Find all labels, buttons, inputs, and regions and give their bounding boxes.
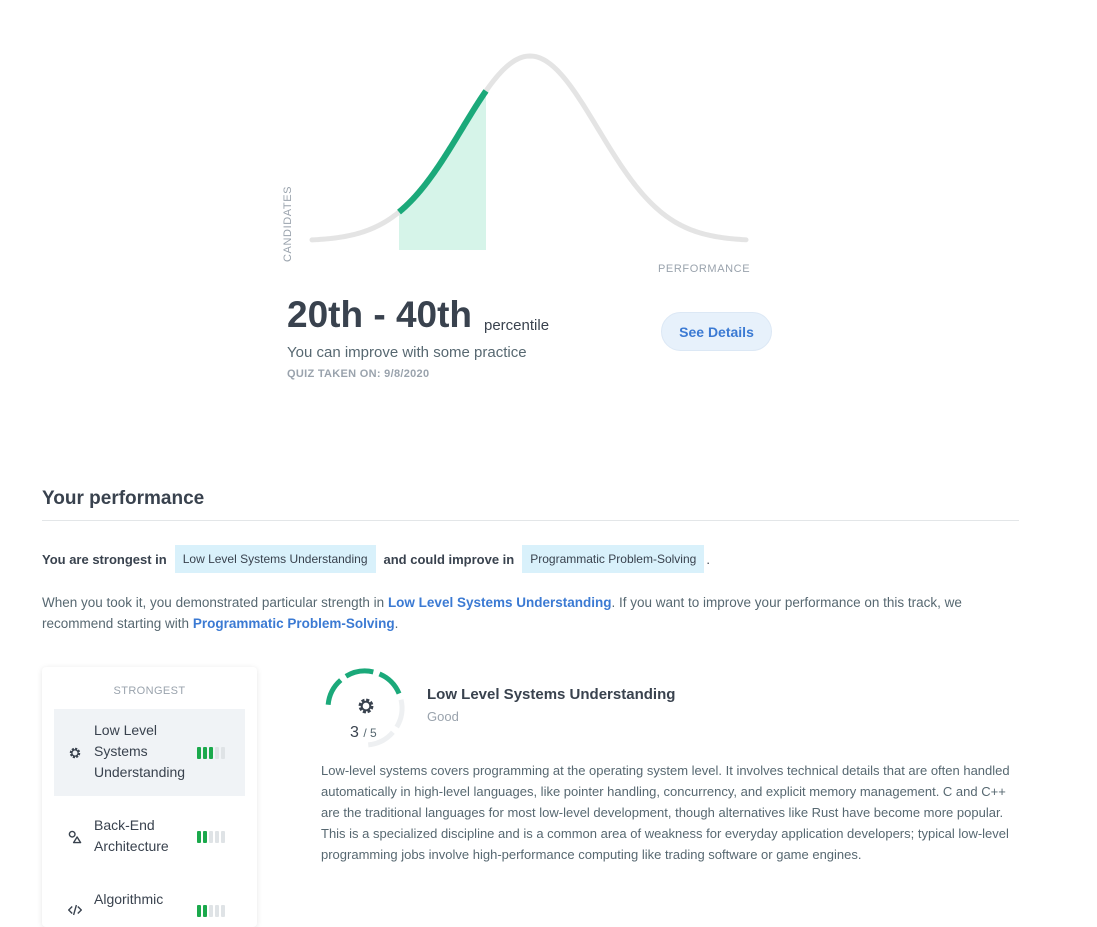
performance-curve-chart: [309, 53, 749, 250]
improve-link[interactable]: Programmatic Problem-Solving: [193, 616, 395, 631]
performance-paragraph: When you took it, you demonstrated parti…: [42, 592, 1022, 634]
level-bar: [197, 905, 201, 917]
skills-sidebar: STRONGEST Low Level Systems Understandin…: [42, 667, 257, 927]
level-bar: [221, 905, 225, 917]
gear-icon: [69, 747, 81, 759]
percentile-subtitle: You can improve with some practice: [287, 344, 527, 361]
sidebar-item-label: Back-End Architecture: [94, 817, 169, 854]
code-icon: [68, 904, 82, 916]
quiz-date: QUIZ TAKEN ON: 9/8/2020: [287, 368, 430, 380]
level-bar: [209, 905, 213, 917]
strength-link[interactable]: Low Level Systems Understanding: [388, 595, 612, 610]
gauge-segment: [344, 668, 374, 679]
gear-icon: [358, 698, 374, 714]
sidebar-item-low-level-systems[interactable]: Low Level Systems Understanding: [54, 709, 245, 796]
gauge-segment: [325, 678, 343, 706]
skill-level-bars: [197, 905, 225, 917]
level-bar: [209, 831, 213, 843]
sidebar-item-algorithmic[interactable]: Algorithmic: [54, 879, 245, 927]
x-axis-label: PERFORMANCE: [658, 263, 751, 275]
skill-description: Low-level systems covers programming at …: [321, 763, 1010, 862]
percentile-word: percentile: [484, 317, 550, 334]
level-bar: [197, 831, 201, 843]
sidebar-heading: STRONGEST: [113, 685, 186, 697]
level-bar: [221, 747, 225, 759]
level-bar: [203, 831, 207, 843]
score-max: / 5: [363, 726, 377, 740]
strongest-prefix: You are strongest in: [42, 551, 167, 567]
sidebar-item-label: Algorithmic: [94, 891, 164, 907]
improve-prefix: and could improve in: [383, 551, 515, 567]
paragraph-part: When you took it, you demonstrated parti…: [42, 595, 388, 610]
level-bar: [203, 905, 207, 917]
skill-level-bars: [197, 747, 225, 759]
improve-suffix: .: [706, 551, 710, 567]
skill-title: Low Level Systems Understanding: [427, 686, 676, 703]
shapes-icon: [68, 830, 82, 844]
y-axis-label: CANDIDATES: [282, 185, 294, 262]
level-bar: [209, 747, 213, 759]
section-divider: [42, 520, 1019, 521]
percentile-range: 20th - 40th: [287, 294, 473, 335]
level-bar: [215, 747, 219, 759]
level-bar: [203, 747, 207, 759]
gauge-segment: [394, 699, 405, 729]
improve-skill-chip: Programmatic Problem-Solving: [522, 545, 705, 573]
see-details-button[interactable]: See Details: [661, 312, 772, 351]
paragraph-part: .: [394, 616, 399, 631]
skill-score: 3 / 5: [350, 724, 377, 742]
strength-summary: You are strongest in Low Level Systems U…: [42, 545, 710, 573]
level-bar: [197, 747, 201, 759]
distribution-curve: [309, 53, 749, 243]
skill-level: Good: [427, 709, 459, 724]
skill-level-bars: [197, 831, 225, 843]
score-value: 3: [350, 724, 359, 741]
section-title: Your performance: [42, 488, 205, 509]
level-bar: [215, 905, 219, 917]
sidebar-item-label: Low Level Systems Understanding: [94, 722, 186, 780]
strongest-skill-chip: Low Level Systems Understanding: [174, 545, 376, 573]
level-bar: [215, 831, 219, 843]
level-bar: [221, 831, 225, 843]
gauge-segment: [378, 671, 402, 695]
sidebar-item-back-end-architecture[interactable]: Back-End Architecture: [54, 807, 245, 867]
